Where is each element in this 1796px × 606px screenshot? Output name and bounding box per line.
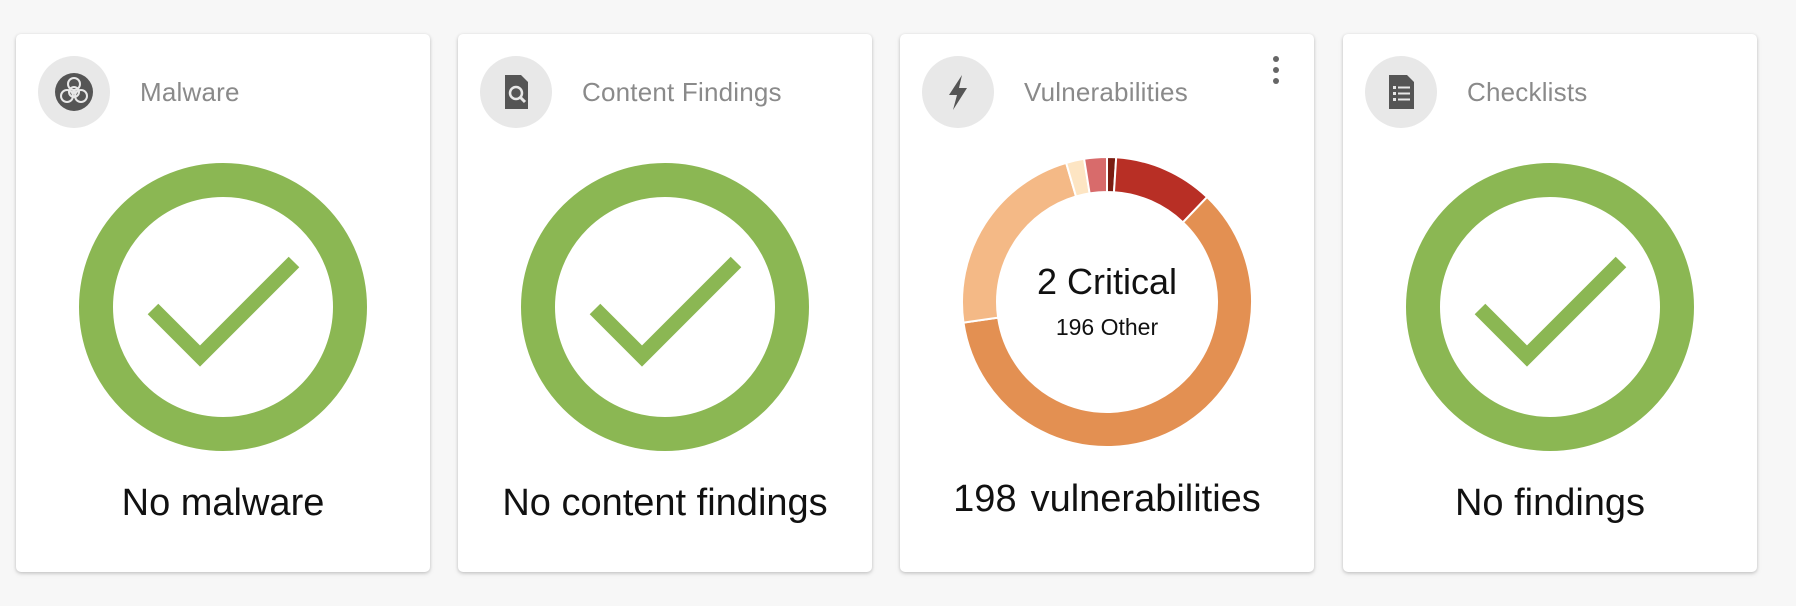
vulnerabilities-status-caption: 198 vulnerabilities [900, 478, 1314, 521]
critical-count-label: 2 Critical [1036, 261, 1178, 302]
success-check-icon [1405, 162, 1695, 452]
vulnerabilities-donut-chart[interactable]: 2 Critical 196 Other [961, 155, 1253, 448]
content-findings-card-header: Content Findings [480, 56, 782, 128]
malware-card-header: Malware [38, 56, 240, 128]
vulnerabilities-label: vulnerabilities [1030, 478, 1261, 520]
malware-status-caption: No malware [121, 482, 325, 524]
malware-card[interactable]: Malware No malware [16, 34, 430, 572]
donut-center-label: 2 Critical 196 Other [962, 157, 1252, 447]
checklists-card-header: Checklists [1365, 56, 1587, 128]
biohazard-icon [38, 56, 110, 128]
document-search-icon [480, 56, 552, 128]
checklist-icon [1365, 56, 1437, 128]
success-check-icon [78, 162, 368, 452]
card-title: Vulnerabilities [1024, 76, 1188, 107]
content-findings-status-caption: No content findings [502, 482, 828, 524]
more-vertical-icon[interactable] [1264, 52, 1288, 88]
lightning-bolt-icon [922, 56, 994, 128]
success-check-icon [520, 162, 810, 452]
vulnerabilities-count: 198 [953, 478, 1017, 520]
other-count-label: 196 Other [1055, 314, 1159, 340]
card-title: Content Findings [582, 76, 782, 107]
card-title: Malware [140, 76, 240, 107]
card-title: Checklists [1467, 76, 1588, 107]
content-findings-card[interactable]: Content Findings No content findings [458, 34, 872, 572]
checklists-status-caption: No findings [1454, 482, 1646, 524]
checklists-card[interactable]: Checklists No findings [1343, 34, 1757, 572]
vulnerabilities-card[interactable]: Vulnerabilities 2 Critical 196 Other 198… [900, 34, 1314, 572]
vulnerabilities-card-header: Vulnerabilities [922, 56, 1188, 128]
